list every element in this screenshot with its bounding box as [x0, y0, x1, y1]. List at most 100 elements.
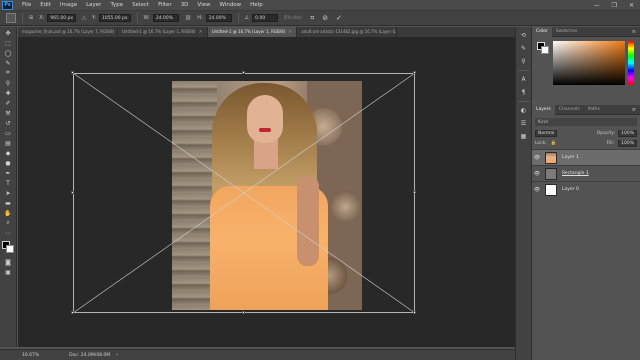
panel-menu-icon[interactable]: ≡: [632, 107, 636, 113]
link-icon[interactable]: ⛓: [185, 15, 191, 21]
layer-name[interactable]: Layer 1: [562, 155, 579, 160]
color-swatches[interactable]: [1, 241, 15, 254]
more-tools-icon[interactable]: ⋯: [3, 229, 13, 237]
opacity-field[interactable]: 100%: [618, 129, 637, 137]
transform-handle-right[interactable]: [413, 191, 416, 194]
marquee-tool-icon[interactable]: ⬚: [3, 39, 13, 47]
menu-filter[interactable]: Filter: [158, 2, 172, 8]
layer-row[interactable]: 👁 Layer 0: [532, 181, 640, 197]
delta-icon[interactable]: △: [82, 15, 86, 21]
blend-mode-select[interactable]: Normal: [535, 129, 558, 137]
layer-row[interactable]: 👁 Layer 1: [532, 149, 640, 165]
close-icon[interactable]: ×: [198, 27, 202, 37]
close-icon[interactable]: ×: [288, 27, 292, 37]
layer-name[interactable]: Layer 0: [562, 187, 579, 192]
status-menu-arrow-icon[interactable]: ›: [116, 352, 118, 358]
libraries-icon[interactable]: ▦: [519, 132, 529, 141]
layer-filter[interactable]: Kind: [535, 118, 637, 126]
zoom-tool-icon[interactable]: ⌕: [3, 219, 13, 227]
color-picker-field[interactable]: [553, 41, 625, 85]
tool-preset-picker[interactable]: [6, 13, 16, 23]
lock-icon[interactable]: 🔒: [551, 141, 557, 146]
menu-3d[interactable]: 3D: [181, 2, 189, 8]
eyedropper-tool-icon[interactable]: ⚲: [3, 79, 13, 87]
reference-point-icon[interactable]: ⊞: [29, 15, 33, 21]
menu-image[interactable]: Image: [60, 2, 77, 8]
transform-handle-bottom-right[interactable]: [413, 311, 416, 314]
brush-tool-icon[interactable]: ✐: [3, 99, 13, 107]
background-color[interactable]: [5, 245, 14, 253]
transform-handle-bottom[interactable]: [242, 311, 245, 314]
menu-help[interactable]: Help: [250, 2, 263, 8]
menu-layer[interactable]: Layer: [86, 2, 101, 8]
stamp-tool-icon[interactable]: ⚒: [3, 109, 13, 117]
y-position-field[interactable]: 1055.00 px: [98, 14, 131, 22]
layer-row[interactable]: 👁 Rectangle 1: [532, 165, 640, 181]
crop-tool-icon[interactable]: ⌗: [3, 69, 13, 77]
minimize-button[interactable]: —: [594, 2, 600, 9]
gradient-tool-icon[interactable]: ▤: [3, 139, 13, 147]
dodge-tool-icon[interactable]: ●: [3, 159, 13, 167]
transform-handle-top[interactable]: [242, 71, 245, 74]
close-window-button[interactable]: ✕: [629, 2, 634, 9]
properties-icon[interactable]: ☰: [519, 119, 529, 128]
tab-untitled-1[interactable]: Untitled-1 @ 16.7% (Layer 1, RGB/8) ×: [118, 27, 208, 37]
type-tool-icon[interactable]: T: [3, 179, 13, 187]
clone-source-icon[interactable]: ⚲: [519, 57, 529, 66]
screen-mode-icon[interactable]: ▣: [3, 268, 13, 276]
menu-select[interactable]: Select: [132, 2, 149, 8]
angle-field[interactable]: 0.00: [252, 14, 279, 22]
transform-handle-top-right[interactable]: [413, 71, 416, 74]
menu-file[interactable]: File: [22, 2, 31, 8]
free-transform-box[interactable]: [73, 73, 415, 313]
x-position-field[interactable]: 965.00 px: [47, 14, 77, 22]
character-icon[interactable]: A: [519, 75, 529, 84]
tab-layers[interactable]: Layers: [532, 104, 555, 115]
height-field[interactable]: 24.00%: [205, 14, 232, 22]
hue-slider[interactable]: [628, 41, 634, 85]
maximize-button[interactable]: ❐: [612, 2, 617, 9]
menu-view[interactable]: View: [197, 2, 210, 8]
brush-settings-icon[interactable]: ✎: [519, 44, 529, 53]
tab-channels[interactable]: Channels: [555, 105, 584, 115]
quick-mask-icon[interactable]: ◙: [3, 258, 13, 266]
quick-select-tool-icon[interactable]: ✎: [3, 59, 13, 67]
healing-tool-icon[interactable]: ✚: [3, 89, 13, 97]
zoom-readout[interactable]: 16.67%: [22, 353, 39, 358]
move-tool-icon[interactable]: ✥: [3, 29, 13, 37]
paragraph-icon[interactable]: ¶: [519, 88, 529, 97]
width-field[interactable]: 24.00%: [152, 14, 179, 22]
hand-tool-icon[interactable]: ✋: [3, 209, 13, 217]
transform-handle-top-left[interactable]: [71, 71, 74, 74]
pen-tool-icon[interactable]: ✒: [3, 169, 13, 177]
path-select-tool-icon[interactable]: ➤: [3, 189, 13, 197]
commit-icon[interactable]: ✓: [336, 14, 342, 22]
tab-color[interactable]: Color: [532, 26, 552, 37]
panel-menu-icon[interactable]: ≡: [632, 29, 636, 35]
history-icon[interactable]: ⟲: [519, 31, 529, 40]
interpolation-label[interactable]: Bicubic: [284, 15, 302, 21]
lasso-tool-icon[interactable]: ◯: [3, 49, 13, 57]
eraser-tool-icon[interactable]: ▭: [3, 129, 13, 137]
menu-edit[interactable]: Edit: [40, 2, 51, 8]
history-brush-tool-icon[interactable]: ↺: [3, 119, 13, 127]
tab-untitled-1-active[interactable]: Untitled-1 @ 16.7% (Layer 1, RGB/8) ×: [207, 27, 298, 37]
shape-tool-icon[interactable]: ▬: [3, 199, 13, 207]
menu-window[interactable]: Window: [219, 2, 241, 8]
blur-tool-icon[interactable]: ◆: [3, 149, 13, 157]
canvas-workspace[interactable]: [18, 37, 515, 347]
transform-handle-left[interactable]: [71, 191, 74, 194]
layer-name[interactable]: Rectangle 1: [562, 171, 589, 176]
transform-handle-bottom-left[interactable]: [71, 311, 74, 314]
tab-paths[interactable]: Paths: [584, 105, 604, 115]
cancel-icon[interactable]: ⊘: [322, 14, 328, 22]
tab-swatches[interactable]: Swatches: [552, 27, 582, 37]
background-color[interactable]: [541, 46, 549, 54]
eye-icon[interactable]: 👁: [532, 155, 542, 161]
tab-adult-art-artistic[interactable]: adult-art-artistic-131462.jpg @ 16.7% (L…: [297, 27, 398, 37]
tab-magazine-final[interactable]: magazine_final.psd @ 16.7% (Layer 7, RGB…: [18, 27, 118, 37]
eye-icon[interactable]: 👁: [532, 171, 542, 177]
menu-type[interactable]: Type: [110, 2, 123, 8]
eye-icon[interactable]: 👁: [532, 187, 542, 193]
adjustments-icon[interactable]: ◐: [519, 106, 529, 115]
